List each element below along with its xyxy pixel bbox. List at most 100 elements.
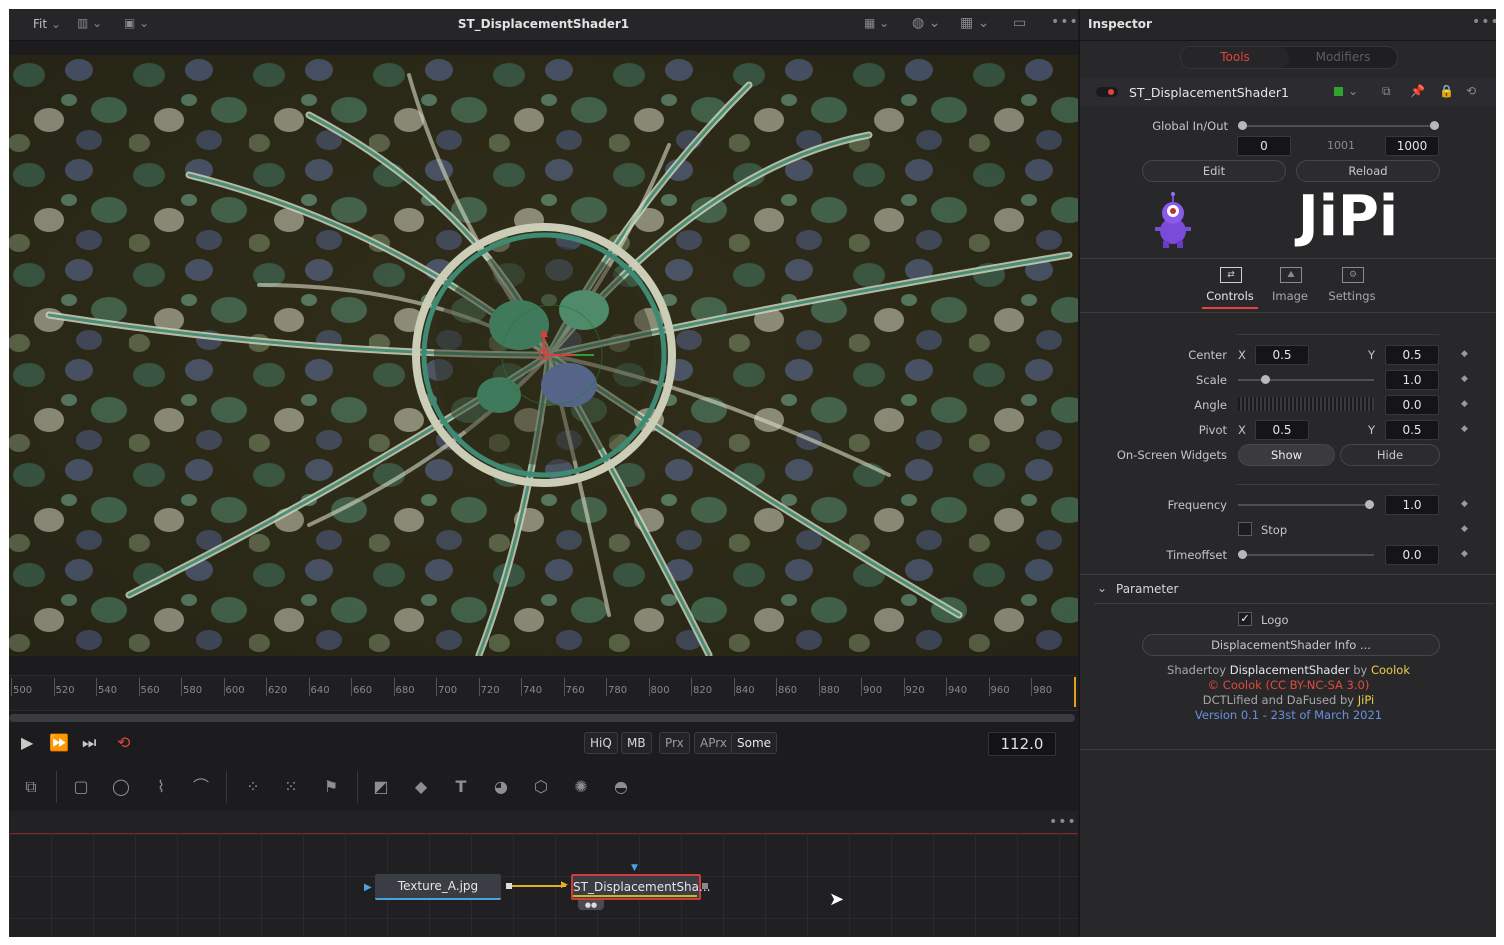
skip-to-end-icon[interactable]: ⏭ xyxy=(82,733,96,753)
stop-checkbox[interactable] xyxy=(1238,522,1252,536)
logo-checkbox[interactable]: ✓ xyxy=(1238,612,1252,626)
bspline-mask-icon[interactable]: ⌒ xyxy=(189,775,213,799)
merge-3d-icon[interactable]: ◆ xyxy=(409,775,433,799)
particle-style-icon[interactable]: ⚑ xyxy=(319,775,343,799)
tool-color-swatch[interactable] xyxy=(1334,87,1343,96)
versions-icon[interactable]: ⧉ xyxy=(1382,84,1391,99)
image-icon: ⛰ xyxy=(1280,267,1302,283)
scale-field[interactable]: 1.0 xyxy=(1385,370,1439,390)
frame-icon[interactable]: ▭ xyxy=(1013,15,1026,31)
roi-icon[interactable]: ▦ ⌄ xyxy=(864,16,889,30)
keyframe-diamond-icon[interactable]: ◆ xyxy=(1461,499,1468,509)
timeoffset-slider-handle[interactable] xyxy=(1238,550,1247,559)
subtab-settings[interactable]: ⚙ Settings xyxy=(1324,267,1380,317)
polygon-mask-icon[interactable]: ⌇ xyxy=(149,775,173,799)
global-out-field[interactable]: 1000 xyxy=(1385,136,1439,156)
loop-icon[interactable]: ⟲ xyxy=(117,733,130,752)
keyframe-diamond-icon[interactable]: ◆ xyxy=(1461,524,1468,534)
tab-tools[interactable]: Tools xyxy=(1181,47,1289,68)
ellipse-mask-icon[interactable]: ◯ xyxy=(109,775,133,799)
enabled-dot-icon xyxy=(1108,89,1114,95)
aprx-button[interactable]: APrx xyxy=(694,732,733,754)
some-button[interactable]: Some xyxy=(731,732,778,754)
timeoffset-slider[interactable] xyxy=(1238,554,1374,556)
timeline-ruler[interactable]: 500 520 540 560 580 600 620 640 660 680 700 720 740 7… xyxy=(9,675,1078,711)
credit-line-3: DCTLified and DaFused by JiPi xyxy=(1202,693,1375,707)
global-in-field[interactable]: 0 xyxy=(1237,136,1291,156)
current-frame[interactable]: 112.0 xyxy=(988,732,1056,756)
scale-slider[interactable] xyxy=(1238,379,1374,381)
pivot-y-field[interactable]: 0.5 xyxy=(1385,420,1439,440)
playhead[interactable] xyxy=(1074,677,1076,707)
keyframe-diamond-icon[interactable]: ◆ xyxy=(1461,374,1468,384)
hide-button[interactable]: Hide xyxy=(1340,444,1440,466)
hiq-button[interactable]: HiQ xyxy=(584,732,618,754)
scale-label: Scale xyxy=(1196,373,1227,387)
light-3d-icon[interactable]: ✺ xyxy=(569,775,593,799)
more-options-icon[interactable]: ••• xyxy=(1051,14,1079,30)
inspector-more-icon[interactable]: ••• xyxy=(1472,14,1496,30)
angle-thumbwheel[interactable] xyxy=(1238,397,1374,411)
global-out-handle[interactable] xyxy=(1430,121,1439,130)
particle-emitter-icon[interactable]: ⁘ xyxy=(241,775,265,799)
play-icon[interactable]: ▶ xyxy=(21,733,33,752)
logo-checkbox-label: Logo xyxy=(1261,613,1289,627)
subtab-controls[interactable]: ⇄ Controls xyxy=(1202,267,1258,317)
global-range-slider[interactable] xyxy=(1242,125,1436,127)
center-x-field[interactable]: 0.5 xyxy=(1255,345,1309,365)
parameter-section-header[interactable]: Parameter xyxy=(1116,582,1178,596)
keyframe-diamond-icon[interactable]: ◆ xyxy=(1461,399,1468,409)
frequency-slider-handle[interactable] xyxy=(1365,500,1374,509)
timeline-tick: 820 xyxy=(691,678,712,696)
reload-button[interactable]: Reload xyxy=(1296,160,1440,182)
transport-bar: ▶ ⏩ ⏭ ⟲ HiQ MB Prx APrx Some 112.0 xyxy=(9,729,1078,759)
keyframe-diamond-icon[interactable]: ◆ xyxy=(1461,549,1468,559)
timeoffset-field[interactable]: 0.0 xyxy=(1385,545,1439,565)
image-plane-3d-icon[interactable]: ◩ xyxy=(369,775,393,799)
node-more-icon[interactable]: ••• xyxy=(1049,814,1077,830)
timeline-scrollbar[interactable] xyxy=(9,714,1075,722)
mb-button[interactable]: MB xyxy=(621,732,652,754)
angle-field[interactable]: 0.0 xyxy=(1385,395,1439,415)
frequency-field[interactable]: 1.0 xyxy=(1385,495,1439,515)
particle-render-icon[interactable]: ⁙ xyxy=(279,775,303,799)
reset-icon[interactable]: ⟲ xyxy=(1466,84,1476,98)
fast-forward-icon[interactable]: ⏩ xyxy=(49,733,69,752)
center-y-field[interactable]: 0.5 xyxy=(1385,345,1439,365)
show-button[interactable]: Show xyxy=(1238,444,1335,466)
shader-info-button[interactable]: DisplacementShader Info ... xyxy=(1142,634,1440,656)
renderer-3d-icon[interactable]: ◓ xyxy=(609,775,633,799)
pin-icon[interactable]: 📌 xyxy=(1410,84,1425,98)
pivot-label: Pivot xyxy=(1198,423,1227,437)
shape-3d-icon[interactable]: ⬡ xyxy=(529,775,553,799)
frequency-label: Frequency xyxy=(1167,498,1227,512)
scale-slider-handle[interactable] xyxy=(1261,375,1270,384)
camera-3d-icon[interactable]: ◕ xyxy=(489,775,513,799)
section-collapse-chevron-icon[interactable]: ⌄ xyxy=(1097,581,1107,595)
tab-modifiers[interactable]: Modifiers xyxy=(1289,47,1397,68)
node-preview-toggle[interactable]: ●● xyxy=(578,900,604,910)
lock-icon[interactable]: 🔒 xyxy=(1439,84,1454,98)
tool-enable-toggle[interactable] xyxy=(1096,87,1118,97)
color-channel-icon[interactable]: ◍ ⌄ xyxy=(912,15,940,31)
edit-button[interactable]: Edit xyxy=(1142,160,1286,182)
frequency-slider[interactable] xyxy=(1238,504,1374,506)
grid-icon[interactable]: ▦ ⌄ xyxy=(960,15,989,31)
viewer-canvas[interactable] xyxy=(9,55,1078,656)
color-chevron-icon[interactable]: ⌄ xyxy=(1348,84,1358,98)
widgets-label: On-Screen Widgets xyxy=(1116,448,1227,462)
shader-output-port[interactable] xyxy=(702,883,708,889)
rectangle-mask-icon[interactable]: ▢ xyxy=(69,775,93,799)
text-3d-icon[interactable]: T xyxy=(449,775,473,799)
subtab-image[interactable]: ⛰ Image xyxy=(1266,267,1314,317)
transform-tool-icon[interactable]: ⧉ xyxy=(19,775,43,799)
global-in-handle[interactable] xyxy=(1238,121,1247,130)
texture-node[interactable]: Texture_A.jpg xyxy=(375,874,501,900)
node-editor[interactable]: ▶ Texture_A.jpg ▶ ▼ ST_DisplacementSha..… xyxy=(9,834,1078,937)
prx-button[interactable]: Prx xyxy=(659,732,690,754)
keyframe-diamond-icon[interactable]: ◆ xyxy=(1461,349,1468,359)
tool-header-row[interactable]: ST_DisplacementShader1 ⌄ ⧉ 📌 🔒 ⟲ xyxy=(1080,78,1496,106)
keyframe-diamond-icon[interactable]: ◆ xyxy=(1461,424,1468,434)
pivot-x-field[interactable]: 0.5 xyxy=(1255,420,1309,440)
timeline-tick: 900 xyxy=(861,678,882,696)
